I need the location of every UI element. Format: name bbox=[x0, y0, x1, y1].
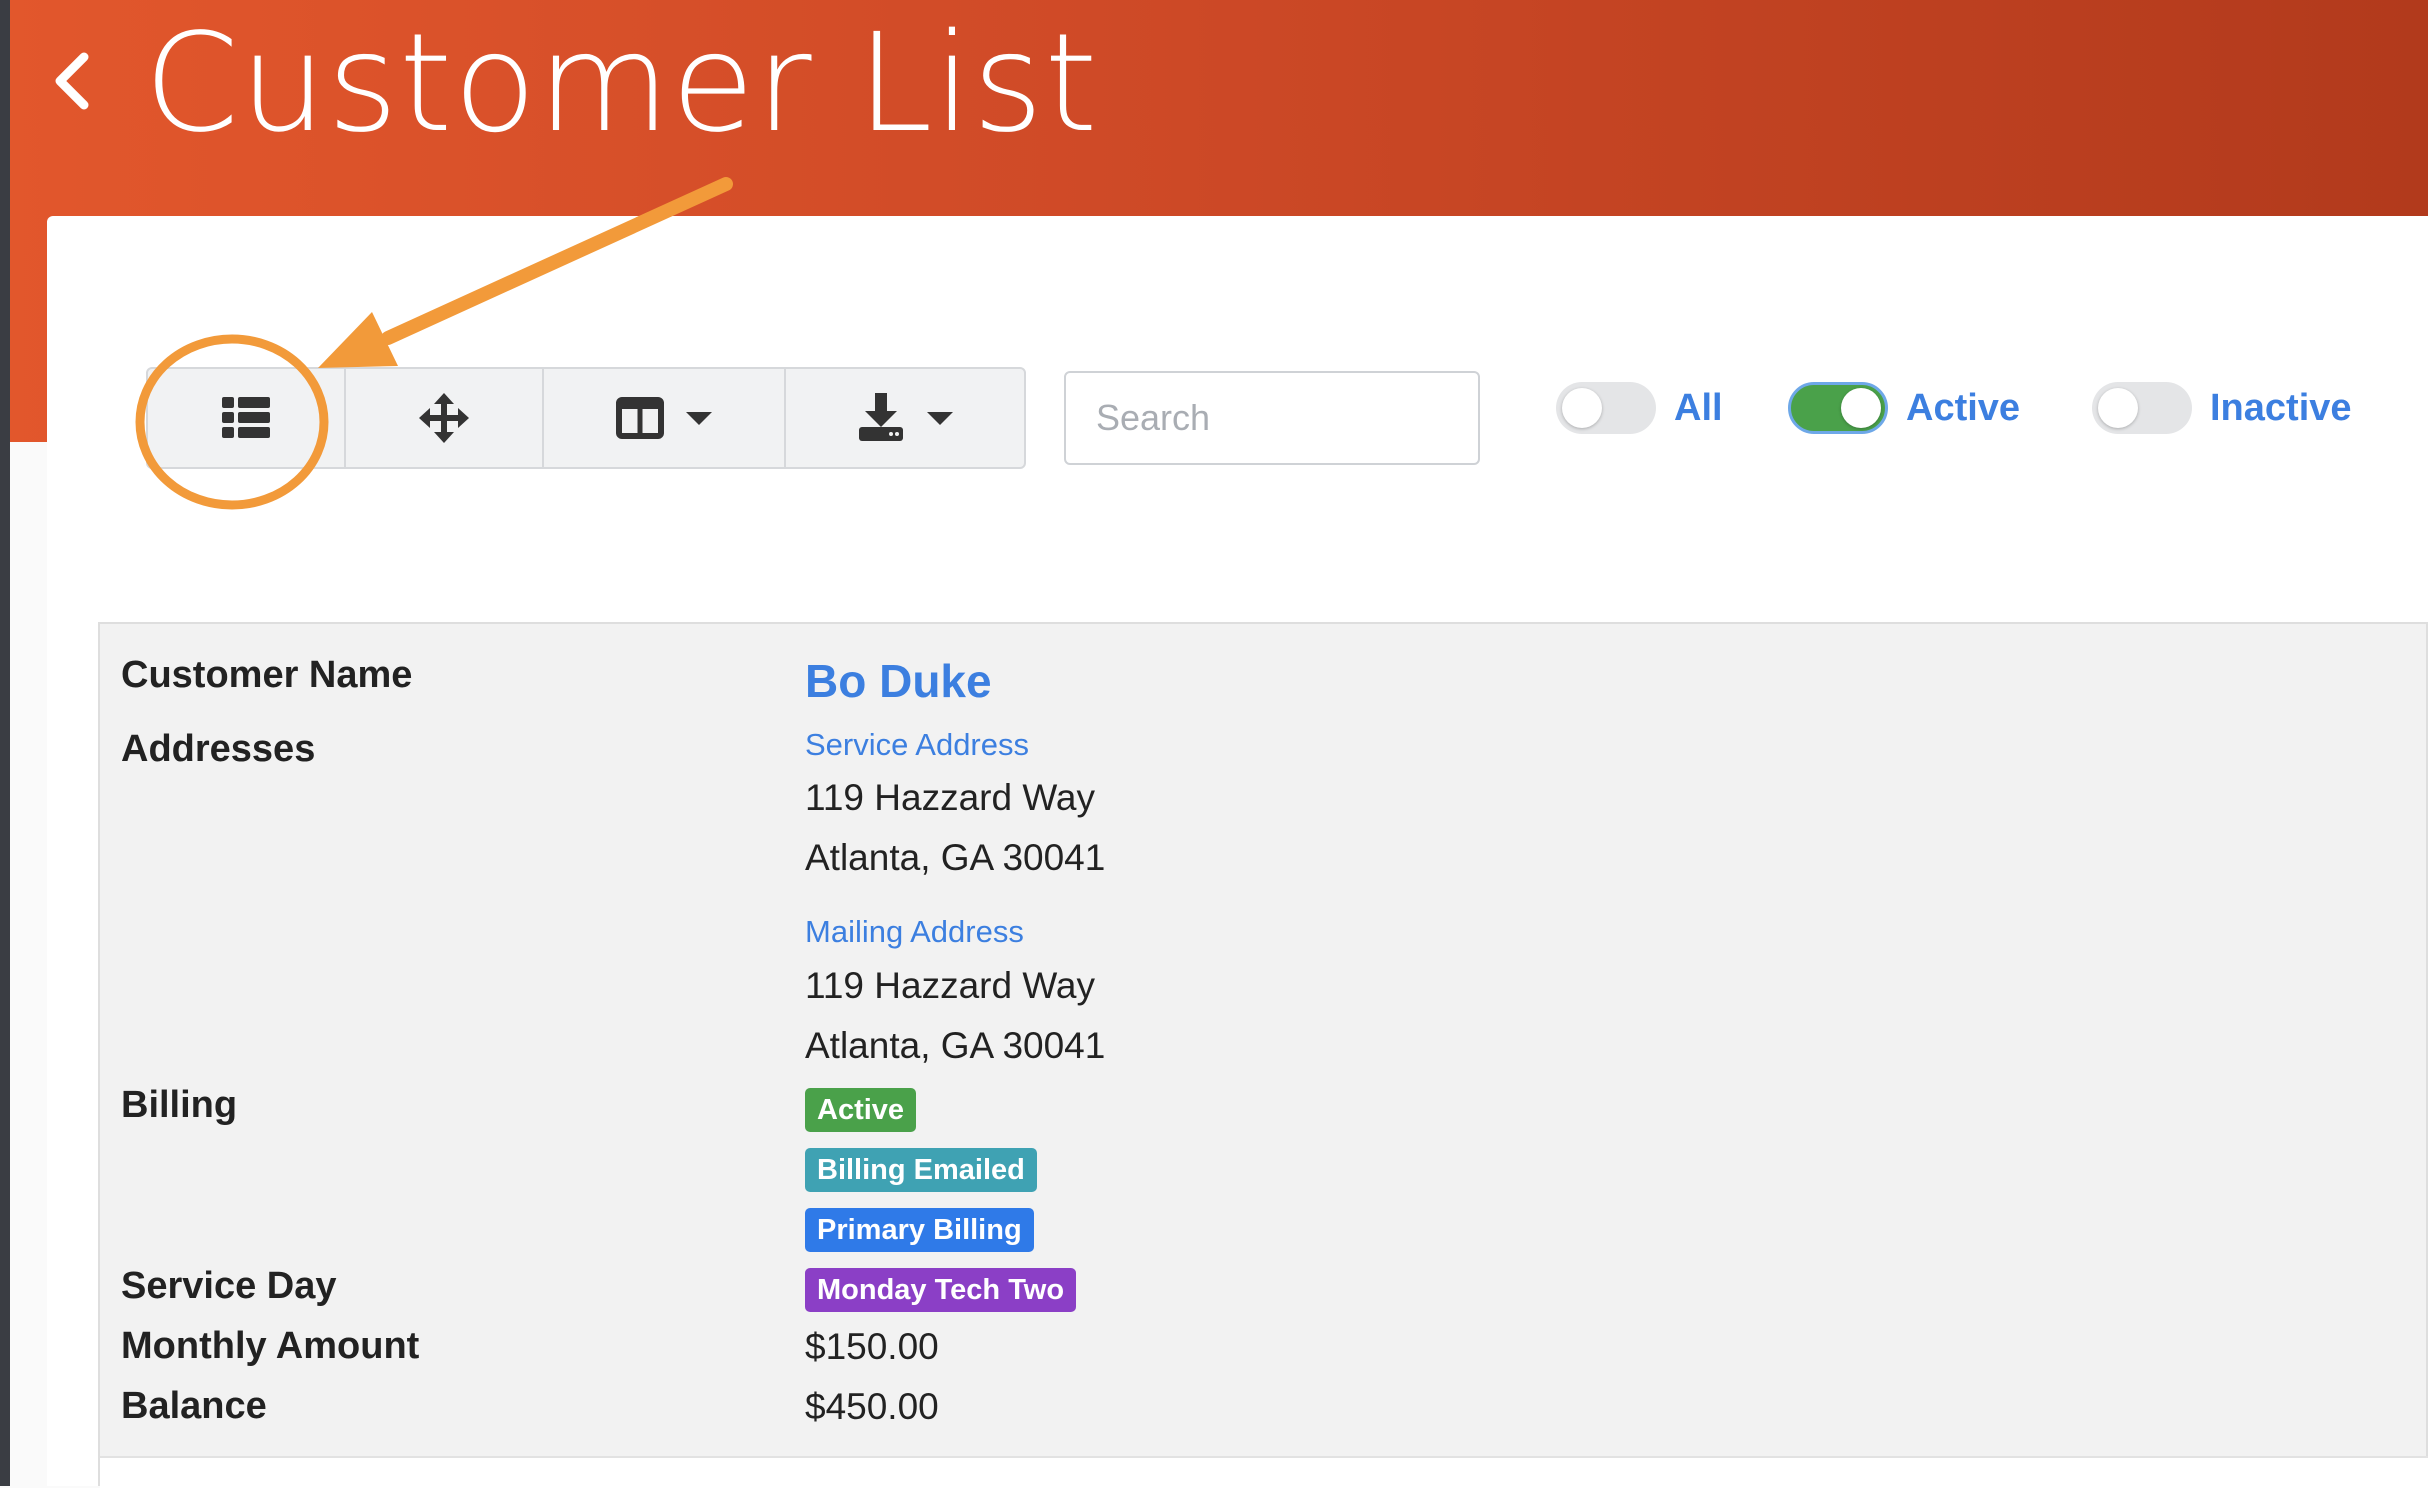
toggle-switch[interactable] bbox=[1556, 382, 1656, 434]
service-address-line1: 119 Hazzard Way bbox=[805, 777, 1095, 818]
service-day-badge: Monday Tech Two bbox=[805, 1268, 1077, 1312]
service-address-line2: Atlanta, GA 30041 bbox=[805, 837, 1106, 878]
status-badge-active: Active bbox=[805, 1088, 917, 1132]
caret-down-icon bbox=[927, 411, 953, 425]
toggle-knob bbox=[1562, 388, 1602, 428]
back-button[interactable] bbox=[42, 46, 102, 116]
columns-dropdown-button[interactable] bbox=[544, 369, 786, 467]
balance-value: $450.00 bbox=[805, 1386, 939, 1427]
toggle-knob bbox=[2098, 388, 2138, 428]
filter-all[interactable]: All bbox=[1556, 382, 1723, 434]
customer-name-link[interactable]: Bo Duke bbox=[805, 654, 992, 708]
billing-label: Billing bbox=[121, 1084, 238, 1126]
customer-name-label: Customer Name bbox=[121, 654, 413, 696]
customer-card bbox=[98, 622, 2428, 1486]
toggle-switch[interactable] bbox=[2092, 382, 2192, 434]
list-view-button[interactable] bbox=[148, 369, 346, 467]
filter-all-label: All bbox=[1674, 386, 1723, 429]
filter-active[interactable]: Active bbox=[1788, 382, 2020, 434]
addresses-label: Addresses bbox=[121, 728, 316, 770]
page-title: Customer List bbox=[144, 5, 1099, 163]
mailing-address-line2: Atlanta, GA 30041 bbox=[805, 1025, 1106, 1066]
toggle-knob bbox=[1841, 388, 1881, 428]
list-view-icon bbox=[222, 397, 270, 438]
monthly-amount-label: Monthly Amount bbox=[121, 1325, 420, 1367]
window-edge bbox=[0, 0, 10, 1486]
download-icon bbox=[859, 393, 903, 441]
export-dropdown-button[interactable] bbox=[786, 369, 1024, 467]
view-toolbar bbox=[146, 367, 1026, 469]
toggle-switch[interactable] bbox=[1788, 382, 1888, 434]
filter-inactive-label: Inactive bbox=[2210, 386, 2352, 429]
billing-emailed-badge: Billing Emailed bbox=[805, 1148, 1037, 1192]
move-arrows-icon bbox=[419, 393, 469, 443]
balance-label: Balance bbox=[121, 1385, 267, 1427]
primary-billing-badge: Primary Billing bbox=[805, 1208, 1034, 1252]
reorder-button[interactable] bbox=[346, 369, 544, 467]
mailing-address-line1: 119 Hazzard Way bbox=[805, 965, 1095, 1006]
filter-active-label: Active bbox=[1906, 386, 2021, 429]
caret-down-icon bbox=[686, 411, 712, 425]
search-input[interactable] bbox=[1064, 371, 1480, 465]
filter-inactive[interactable]: Inactive bbox=[2092, 382, 2352, 434]
mailing-address-title[interactable]: Mailing Address bbox=[805, 914, 1024, 950]
next-row-edge bbox=[100, 1456, 2428, 1488]
monthly-amount-value: $150.00 bbox=[805, 1326, 939, 1367]
columns-icon bbox=[616, 397, 664, 439]
chevron-left-icon bbox=[55, 52, 89, 110]
service-address-title[interactable]: Service Address bbox=[805, 727, 1029, 763]
service-day-label: Service Day bbox=[121, 1265, 337, 1307]
